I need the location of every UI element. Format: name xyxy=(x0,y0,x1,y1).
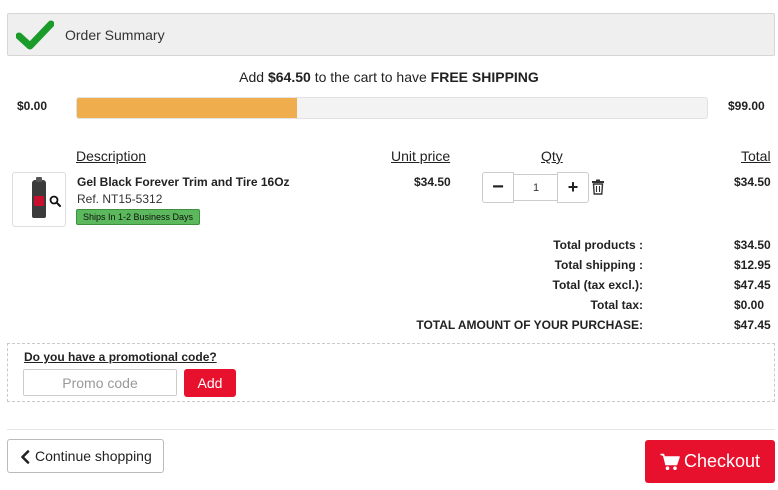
free-shipping-middle: to the cart to have xyxy=(314,69,427,85)
promo-code-question[interactable]: Do you have a promotional code? xyxy=(24,350,217,364)
qty-input[interactable] xyxy=(514,174,558,201)
progress-max-label: $99.00 xyxy=(728,99,765,113)
total-tax-value: $0.00 xyxy=(734,298,765,312)
trash-icon[interactable] xyxy=(591,179,605,195)
total-tax-excl-label: Total (tax excl.): xyxy=(552,278,643,292)
qty-decrease-button[interactable]: − xyxy=(482,172,514,203)
header-qty[interactable]: Qty xyxy=(541,148,563,164)
grand-total-label: TOTAL AMOUNT OF YOUR PURCHASE: xyxy=(416,318,643,332)
chevron-left-icon xyxy=(21,450,30,464)
header-unit-price[interactable]: Unit price xyxy=(391,148,450,164)
product-image xyxy=(32,177,46,218)
order-summary-title: Order Summary xyxy=(65,27,165,43)
total-tax-label: Total tax: xyxy=(590,298,643,312)
shipping-badge: Ships In 1-2 Business Days xyxy=(76,209,201,225)
free-shipping-progress-bar xyxy=(76,97,708,119)
line-total: $34.50 xyxy=(734,175,771,189)
free-shipping-highlight: FREE SHIPPING xyxy=(430,69,539,85)
total-shipping-label: Total shipping : xyxy=(554,258,643,272)
total-shipping-value: $12.95 xyxy=(734,258,771,272)
free-shipping-amount: $64.50 xyxy=(267,69,311,85)
cart-icon xyxy=(660,453,680,470)
progress-fill xyxy=(77,98,297,118)
promo-code-input[interactable] xyxy=(23,369,177,396)
continue-shopping-button[interactable]: Continue shopping xyxy=(7,439,164,473)
checkmark-icon xyxy=(16,20,54,50)
promo-add-button[interactable]: Add xyxy=(184,369,236,397)
checkout-button[interactable]: Checkout xyxy=(645,440,775,483)
promo-code-section: Do you have a promotional code? Add xyxy=(7,343,775,402)
product-ref: Ref. NT15-5312 xyxy=(77,192,163,206)
free-shipping-message: Add $64.50 to the cart to have FREE SHIP… xyxy=(0,69,778,85)
header-total[interactable]: Total xyxy=(741,148,771,164)
total-products-value: $34.50 xyxy=(734,238,771,252)
header-description[interactable]: Description xyxy=(76,148,146,164)
progress-min-label: $0.00 xyxy=(17,99,48,113)
unit-price: $34.50 xyxy=(414,175,451,189)
qty-increase-button[interactable]: + xyxy=(557,172,589,203)
product-thumbnail[interactable] xyxy=(12,172,66,227)
order-summary-header: Order Summary xyxy=(7,13,775,56)
zoom-icon[interactable] xyxy=(49,195,61,207)
continue-shopping-label: Continue shopping xyxy=(35,448,152,464)
total-tax-excl-value: $47.45 xyxy=(734,278,771,292)
total-products-label: Total products : xyxy=(553,238,643,252)
product-name[interactable]: Gel Black Forever Trim and Tire 16Oz xyxy=(77,175,290,189)
divider xyxy=(7,429,775,430)
grand-total-value: $47.45 xyxy=(734,318,771,332)
checkout-label: Checkout xyxy=(684,451,761,471)
free-shipping-prefix: Add xyxy=(239,69,265,85)
